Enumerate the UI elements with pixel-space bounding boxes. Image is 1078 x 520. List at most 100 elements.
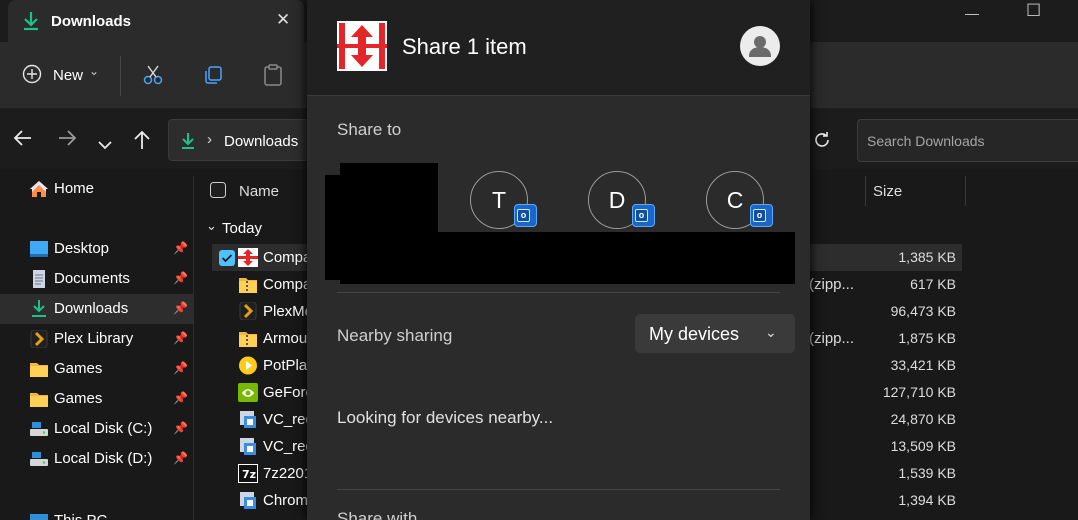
cut-icon[interactable] — [142, 64, 164, 89]
sidebar-item-desktop[interactable]: Desktop 📌 — [0, 234, 193, 264]
file-name: PlexMe — [263, 303, 314, 320]
sidebar-item-games[interactable]: Games 📌 — [0, 384, 193, 414]
outlook-icon: o — [750, 204, 773, 227]
outlook-icon: o — [514, 204, 537, 227]
maximize-icon[interactable]: ☐ — [1026, 1, 1041, 21]
sidebar-item-label: Local Disk (D:) — [54, 450, 153, 467]
toolbar-separator — [120, 56, 121, 96]
installer-icon — [238, 437, 258, 456]
file-explorer-window: Downloads ✕ — ☐ New ⌄ › Downloads Search… — [0, 0, 1078, 520]
forward-icon[interactable] — [57, 129, 77, 153]
sidebar-item-label: Downloads — [54, 300, 129, 317]
sidebar-item-label: This PC — [54, 512, 107, 520]
sidebar-item-downloads[interactable]: Downloads 📌 — [0, 294, 193, 324]
installer-icon — [238, 491, 258, 510]
outlook-icon: o — [632, 204, 655, 227]
app-icon — [238, 248, 258, 267]
zip-icon — [238, 275, 258, 294]
new-chevron-icon[interactable]: ⌄ — [89, 64, 99, 78]
select-all-checkbox[interactable] — [210, 182, 226, 201]
recent-chevron-icon[interactable] — [98, 133, 112, 156]
file-type: (zipp... — [809, 330, 855, 347]
breadcrumb-downloads[interactable]: Downloads — [224, 133, 298, 150]
pin-icon[interactable]: 📌 — [173, 391, 188, 405]
plex-icon — [29, 329, 49, 349]
home-icon — [29, 180, 49, 198]
column-header-size[interactable]: Size — [873, 183, 902, 200]
app-icon — [337, 21, 387, 74]
sidebar-item-local-disk-d[interactable]: Local Disk (D:) 📌 — [0, 444, 193, 474]
file-size: 33,421 KB — [890, 357, 956, 373]
minimize-icon[interactable]: — — [965, 5, 979, 21]
sidebar-item-label: Games — [54, 360, 103, 377]
sidebar-item-local-disk-c[interactable]: Local Disk (C:) 📌 — [0, 414, 193, 444]
navigation-pane: Home Desktop 📌 Documents 📌 Downloads 📌 Plex Li… — [0, 169, 193, 520]
redacted-block — [325, 175, 341, 280]
column-divider[interactable] — [865, 176, 866, 206]
file-size: 617 KB — [910, 276, 956, 292]
section-divider — [337, 292, 780, 293]
tab-downloads[interactable]: Downloads ✕ — [8, 0, 304, 42]
desktop-icon — [29, 240, 49, 258]
7zip-icon: 7z — [238, 464, 258, 483]
copy-icon[interactable] — [202, 64, 224, 89]
drive-icon — [29, 420, 49, 438]
pin-icon[interactable]: 📌 — [173, 241, 188, 255]
sidebar-item-games[interactable]: Games 📌 — [0, 354, 193, 384]
share-to-heading: Share to — [337, 120, 402, 139]
file-size: 13,509 KB — [890, 438, 956, 454]
nearby-sharing-dropdown[interactable]: My devices ⌄ — [635, 314, 795, 353]
chevron-down-icon: ⌄ — [765, 324, 777, 340]
file-name: GeForc — [263, 384, 314, 401]
pin-icon[interactable]: 📌 — [173, 331, 188, 345]
up-icon[interactable] — [133, 130, 151, 156]
sidebar-item-label: Plex Library — [54, 330, 134, 347]
svg-text:7z: 7z — [242, 468, 256, 481]
new-plus-icon[interactable] — [22, 64, 42, 87]
sidebar-item-label: Local Disk (C:) — [54, 420, 153, 437]
sidebar-item-label: Home — [54, 180, 95, 197]
back-icon[interactable] — [13, 129, 33, 153]
file-size: 96,473 KB — [890, 303, 956, 319]
group-chevron-icon[interactable]: ⌄ — [206, 218, 217, 234]
file-size: 1,385 KB — [898, 249, 956, 265]
group-header-today[interactable]: Today — [222, 220, 262, 237]
pin-icon[interactable]: 📌 — [173, 421, 188, 435]
paste-icon[interactable] — [262, 63, 284, 90]
documents-icon — [29, 270, 49, 288]
file-size: 1,875 KB — [898, 330, 956, 346]
pin-icon[interactable]: 📌 — [173, 361, 188, 375]
column-divider[interactable] — [965, 176, 966, 206]
pin-icon[interactable]: 📌 — [173, 451, 188, 465]
sidebar-item-this-pc[interactable]: This PC — [0, 506, 193, 520]
zip-icon — [238, 329, 258, 348]
share-header: Share 1 item — [307, 0, 810, 96]
search-box[interactable]: Search Downloads — [857, 119, 1078, 162]
share-with-heading: Share with — [337, 509, 418, 520]
user-avatar[interactable] — [740, 26, 780, 66]
sidebar-item-home[interactable]: Home — [0, 174, 193, 204]
file-name: Armou — [263, 330, 308, 347]
installer-icon — [238, 410, 258, 429]
sidebar-item-documents[interactable]: Documents 📌 — [0, 264, 193, 294]
downloads-icon — [29, 300, 49, 318]
column-header-name[interactable]: Name — [239, 183, 279, 200]
outlook-letter: o — [635, 209, 648, 222]
new-button[interactable]: New — [53, 67, 83, 84]
row-checkbox[interactable] — [219, 250, 235, 269]
drive-icon — [29, 450, 49, 468]
address-bar[interactable]: › Downloads — [168, 119, 308, 161]
sidebar-item-label: Documents — [54, 270, 130, 287]
refresh-icon[interactable] — [812, 130, 832, 153]
sidebar-item-plex-library[interactable]: Plex Library 📌 — [0, 324, 193, 354]
contact-initial: C — [726, 187, 744, 213]
pin-icon[interactable]: 📌 — [173, 301, 188, 315]
download-arrow-icon — [22, 11, 40, 34]
pane-splitter[interactable] — [193, 176, 194, 520]
file-name: Compa — [263, 276, 312, 293]
tab-close-icon[interactable]: ✕ — [276, 10, 290, 30]
share-dialog: Share 1 item Share to ToDoCo Nearby shar… — [307, 0, 810, 520]
pin-icon[interactable]: 📌 — [173, 271, 188, 285]
file-size: 1,394 KB — [898, 492, 956, 508]
folder-icon — [29, 360, 49, 378]
